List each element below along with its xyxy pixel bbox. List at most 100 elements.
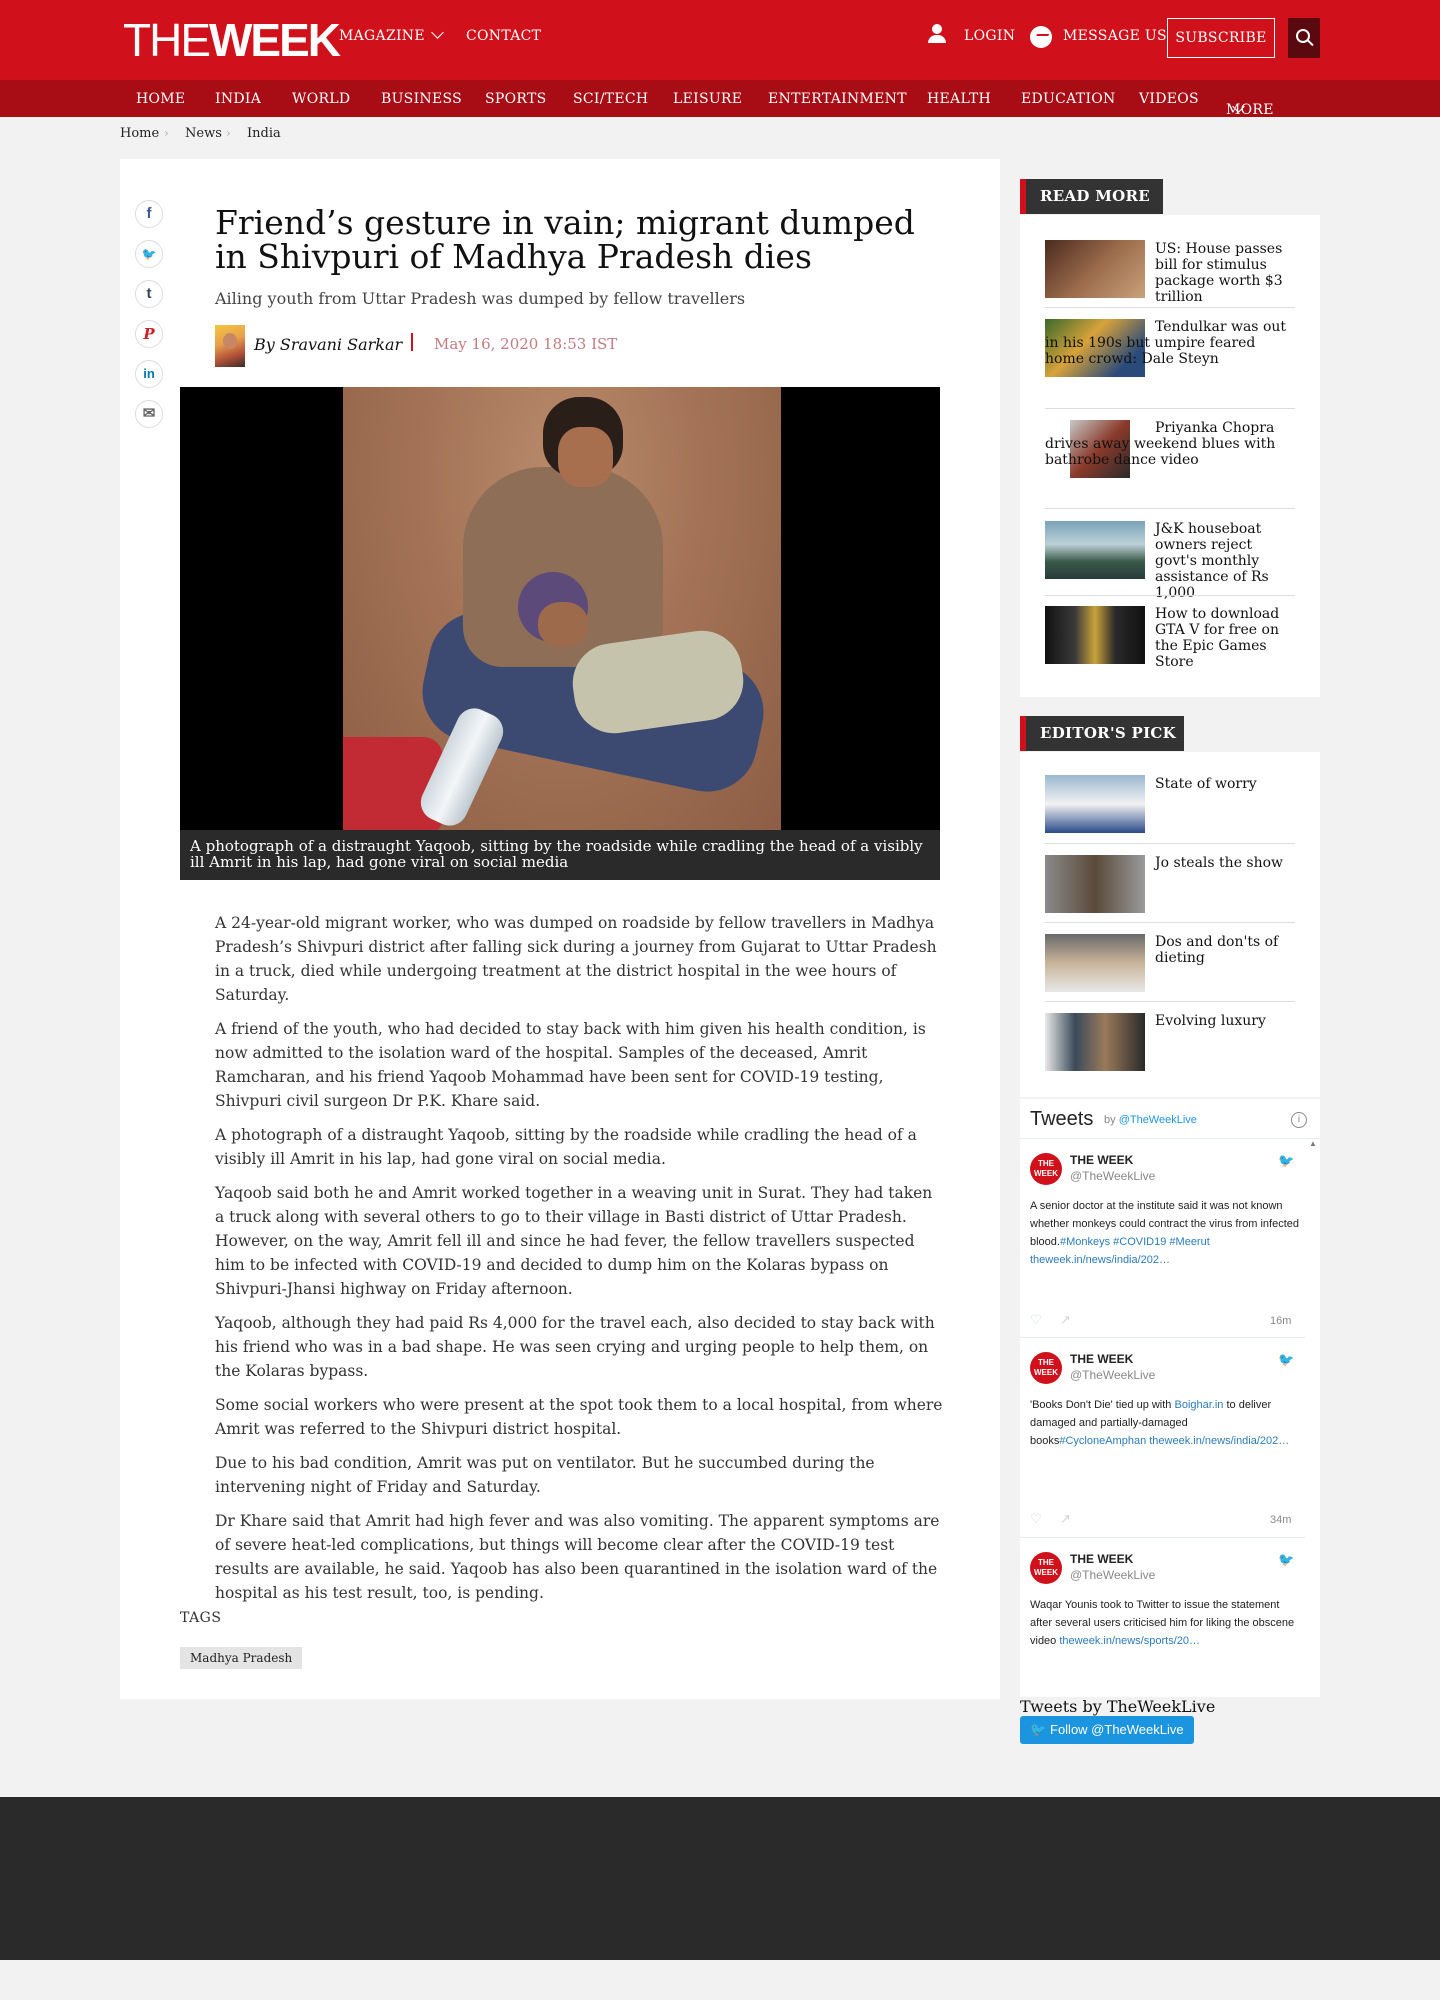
section-india[interactable]: INDIA [215, 91, 261, 107]
roadside-photo [343, 387, 781, 830]
nav-contact[interactable]: CONTACT [466, 28, 541, 44]
the-week-logo[interactable]: THEWEEK [123, 16, 341, 64]
login-link[interactable]: LOGIN [964, 28, 1015, 44]
share-icon[interactable]: ↗ [1060, 1312, 1071, 1328]
tweet-links[interactable]: theweek.in/news/sports/20… [1059, 1635, 1200, 1647]
twitter-timeline: Tweets by @TheWeekLive i THE WEEK THE WEE… [1020, 1099, 1320, 1697]
share-icon[interactable]: ↗ [1060, 1511, 1071, 1527]
section-nav: HOME INDIA WORLD BUSINESS SPORTS SCI/TEC… [0, 80, 1440, 118]
nav-magazine[interactable]: MAGAZINE [339, 26, 444, 44]
tweet-links[interactable]: #CycloneAmphan theweek.in/news/india/202… [1059, 1435, 1289, 1447]
info-icon[interactable]: i [1291, 1112, 1307, 1128]
read-more-thumb[interactable] [1045, 240, 1145, 298]
article-paragraph: A 24-year-old migrant worker, who was du… [215, 914, 937, 1004]
section-entertainment[interactable]: ENTERTAINMENT [768, 91, 907, 107]
editors-pick-heading: EDITOR'S PICK [1020, 716, 1184, 751]
section-business[interactable]: BUSINESS [381, 91, 462, 107]
twitter-bird-icon[interactable]: 🐦 [1278, 1352, 1294, 1368]
section-home[interactable]: HOME [136, 91, 185, 107]
section-sports[interactable]: SPORTS [485, 91, 547, 107]
read-more-heading: READ MORE [1020, 179, 1163, 214]
photo-caption: A photograph of a distraught Yaqoob, sit… [180, 830, 940, 880]
page-footer [0, 1797, 1440, 1960]
tumblr-icon[interactable]: t [135, 280, 163, 308]
section-videos[interactable]: VIDEOS [1139, 91, 1199, 107]
search-button[interactable] [1288, 18, 1320, 58]
message-us-link[interactable]: MESSAGE US [1063, 28, 1167, 44]
pinterest-icon[interactable]: P [135, 320, 163, 348]
tweet-author[interactable]: THE WEEK [1070, 1552, 1133, 1566]
tweets-by: by @TheWeekLive [1104, 1114, 1197, 1126]
tweet-handle[interactable]: @TheWeekLive [1070, 1169, 1155, 1183]
chevron-down-icon [431, 26, 444, 39]
twitter-handle-link[interactable]: @TheWeekLive [1119, 1114, 1197, 1126]
tweet[interactable]: THE WEEK THE WEEK @TheWeekLive 🐦 Waqar Yo… [1020, 1540, 1305, 1697]
tweet-time[interactable]: 34m [1270, 1514, 1291, 1526]
tweet[interactable]: THE WEEK THE WEEK @TheWeekLive 🐦 'Books D… [1020, 1340, 1305, 1538]
tweet-author[interactable]: THE WEEK [1070, 1352, 1133, 1366]
follow-button[interactable]: 🐦 Follow @TheWeekLive [1020, 1716, 1194, 1744]
editors-pick-thumb[interactable] [1045, 934, 1145, 992]
tweet-handle[interactable]: @TheWeekLive [1070, 1568, 1155, 1582]
editors-pick-thumb[interactable] [1045, 855, 1145, 913]
section-leisure[interactable]: LEISURE [673, 91, 742, 107]
tag-madhya-pradesh[interactable]: Madhya Pradesh [180, 1647, 303, 1669]
article-body: A 24-year-old migrant worker, who was du… [215, 911, 945, 1615]
article-subhead: Ailing youth from Uttar Pradesh was dump… [215, 289, 746, 308]
tweet-link[interactable]: Boighar.in [1174, 1399, 1223, 1411]
like-icon[interactable]: ♡ [1030, 1511, 1042, 1527]
breadcrumb-separator: › [226, 126, 231, 140]
editors-pick-thumb[interactable] [1045, 1013, 1145, 1071]
editors-pick-title[interactable]: Evolving luxury [1155, 1013, 1297, 1029]
tweet-text: 'Books Don't Die' tied up with Boighar.i… [1030, 1399, 1290, 1447]
read-more-thumb[interactable] [1045, 606, 1145, 664]
tweet[interactable]: THE WEEK THE WEEK @TheWeekLive 🐦 A senior… [1020, 1141, 1305, 1338]
tweets-title: Tweets [1030, 1108, 1094, 1130]
editors-pick-thumb[interactable] [1045, 775, 1145, 833]
section-world[interactable]: WORLD [292, 91, 350, 107]
breadcrumb-india[interactable]: India [247, 126, 281, 141]
subscribe-button[interactable]: SUBSCRIBE [1167, 18, 1275, 58]
linkedin-icon[interactable]: in [135, 360, 163, 388]
read-more-thumb[interactable] [1045, 521, 1145, 579]
section-scitech[interactable]: SCI/TECH [573, 91, 648, 107]
read-more-title[interactable]: US: House passes bill for stimulus packa… [1155, 241, 1297, 305]
read-more-title[interactable]: How to download GTA V for free on the Ep… [1155, 606, 1297, 670]
twitter-bird-icon[interactable]: 🐦 [1278, 1153, 1294, 1169]
editors-pick-title[interactable]: Jo steals the show [1155, 855, 1297, 871]
article-headline: Friend’s gesture in vain; migrant dumped… [215, 203, 915, 276]
twitter-bird-icon[interactable]: 🐦 [1278, 1552, 1294, 1568]
author-byline[interactable]: By Sravani Sarkar [254, 335, 402, 354]
read-more-title[interactable]: Tendulkar was out in his 190s but umpire… [1045, 319, 1295, 367]
tweet-author[interactable]: THE WEEK [1070, 1153, 1133, 1167]
facebook-icon[interactable]: f [135, 200, 163, 228]
section-health[interactable]: HEALTH [927, 91, 991, 107]
byline-divider [411, 333, 413, 351]
breadcrumb-news[interactable]: News [185, 126, 222, 141]
twitter-bird-icon: 🐦 [1030, 1722, 1047, 1737]
author-avatar [215, 325, 245, 367]
editors-pick-title[interactable]: Dos and don'ts of dieting [1155, 934, 1297, 966]
user-icon[interactable] [928, 24, 946, 44]
read-more-title[interactable]: J&K houseboat owners reject govt's month… [1155, 521, 1297, 601]
breadcrumb-home[interactable]: Home [120, 126, 159, 141]
article-paragraph: Yaqoob said both he and Amrit worked tog… [215, 1184, 933, 1298]
the-week-avatar: THE WEEK [1030, 1352, 1062, 1384]
read-more-title[interactable]: Priyanka Chopra drives away weekend blue… [1045, 420, 1295, 468]
like-icon[interactable]: ♡ [1030, 1312, 1042, 1328]
timeline-scrollbar[interactable] [1308, 1139, 1318, 1697]
email-icon[interactable]: ✉ [135, 400, 163, 428]
editors-pick-title[interactable]: State of worry [1155, 776, 1297, 792]
tweets-by-link[interactable]: Tweets by TheWeekLive [1020, 1697, 1215, 1716]
article-paragraph: Due to his bad condition, Amrit was put … [215, 1454, 875, 1496]
twitter-icon[interactable]: 🐦 [135, 240, 163, 268]
tweet-handle[interactable]: @TheWeekLive [1070, 1368, 1155, 1382]
tweet-time[interactable]: 16m [1270, 1315, 1291, 1327]
the-week-avatar: THE WEEK [1030, 1552, 1062, 1584]
section-education[interactable]: EDUCATION [1021, 91, 1116, 107]
tweet-text: A senior doctor at the institute said it… [1030, 1200, 1300, 1266]
breadcrumb-separator: › [164, 126, 169, 140]
tweet-text: Waqar Younis took to Twitter to issue th… [1030, 1599, 1295, 1647]
messenger-icon[interactable] [1030, 26, 1052, 48]
article-paragraph: A photograph of a distraught Yaqoob, sit… [215, 1126, 917, 1168]
